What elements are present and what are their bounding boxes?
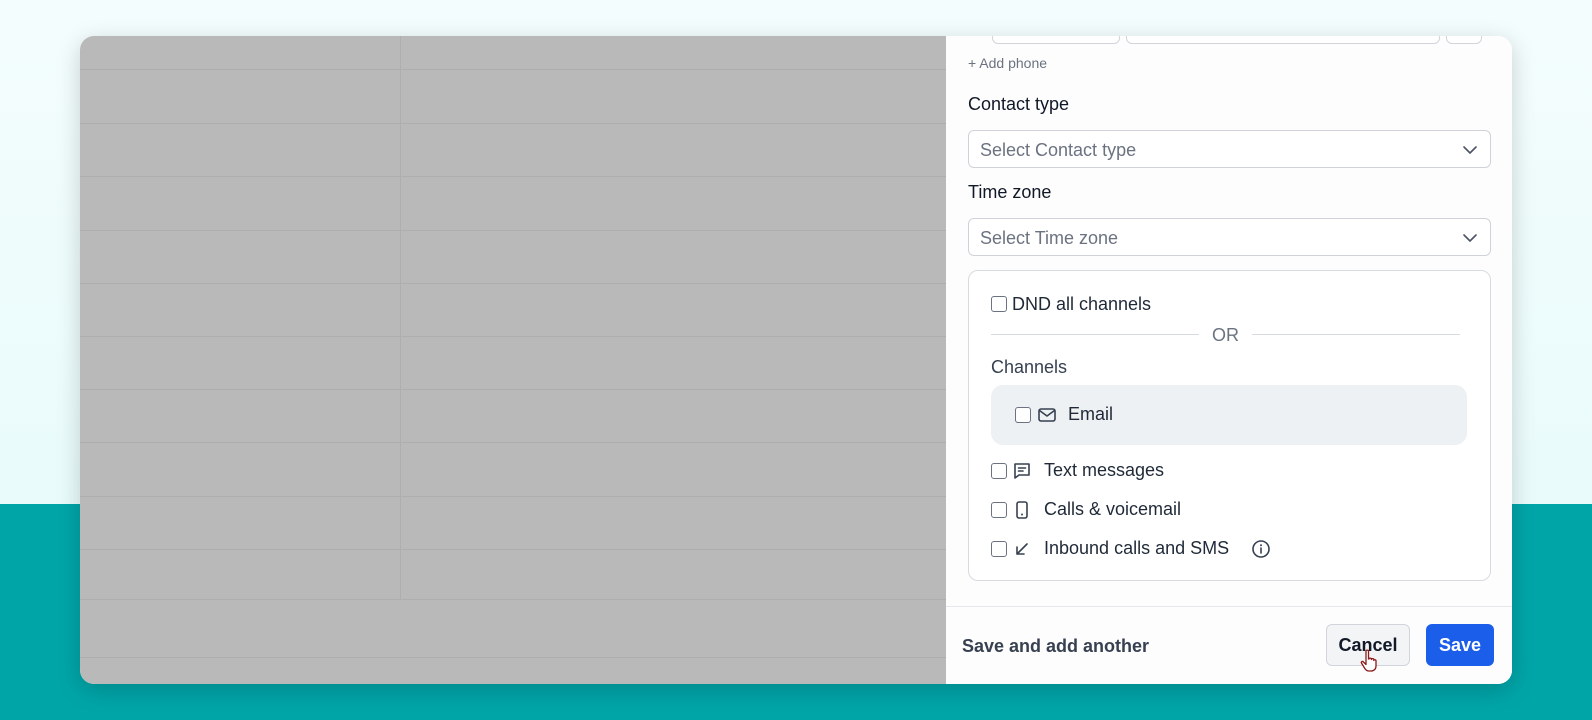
table-row-divider [80,496,946,497]
table-row-divider [80,599,946,600]
table-row-divider [80,389,946,390]
chevron-down-icon [1463,234,1477,242]
dnd-settings-panel: DND all channels OR Channels Email Text … [968,270,1491,581]
drawer-footer: Save and add another Cancel Save [946,606,1512,684]
email-channel-checkbox[interactable] [1015,407,1031,423]
table-row-divider [80,657,946,658]
app-window: + Add phone Contact type Select Contact … [80,36,1512,684]
hand-pointer-cursor [1360,649,1377,672]
table-row-divider [80,230,946,231]
save-button[interactable]: Save [1426,624,1494,666]
table-row-divider [80,69,946,70]
add-phone-link[interactable]: + Add phone [968,55,1047,71]
table-row-divider [80,442,946,443]
channel-row-email[interactable]: Email [991,385,1467,445]
chevron-down-icon [1463,146,1477,154]
table-row-divider [80,123,946,124]
table-row-divider [80,336,946,337]
table-row-divider [80,283,946,284]
table-column-divider [400,36,401,599]
contact-type-label: Contact type [968,94,1070,114]
phone-number-input[interactable] [1126,36,1440,44]
channels-heading: Channels [991,357,1068,377]
table-row-divider [80,176,946,177]
calls-voicemail-channel-checkbox[interactable] [991,502,1007,518]
text-messages-channel-label: Text messages [1044,460,1165,480]
email-channel-label: Email [1068,404,1114,424]
time-zone-select[interactable]: Select Time zone [968,218,1491,256]
contact-type-placeholder: Select Contact type [980,140,1137,160]
divider [991,334,1199,335]
dnd-all-channels-label: DND all channels [1012,294,1152,314]
message-square-icon [1014,463,1030,479]
or-separator: OR [1212,325,1239,345]
inbound-calls-sms-channel-checkbox[interactable] [991,541,1007,557]
table-row-divider [80,549,946,550]
inbound-calls-sms-channel-label: Inbound calls and SMS [1044,538,1230,558]
time-zone-placeholder: Select Time zone [980,228,1119,248]
calls-voicemail-channel-label: Calls & voicemail [1044,499,1182,519]
dnd-all-channels-checkbox[interactable] [991,296,1007,312]
phone-type-select[interactable] [992,36,1120,44]
text-messages-channel-checkbox[interactable] [991,463,1007,479]
add-contact-drawer: + Add phone Contact type Select Contact … [946,36,1512,684]
save-and-add-another-button[interactable]: Save and add another [962,636,1149,657]
modal-backdrop[interactable] [80,36,946,684]
arrow-down-left-icon [1016,543,1028,555]
contact-type-select[interactable]: Select Contact type [968,130,1491,168]
time-zone-label: Time zone [968,182,1052,202]
remove-phone-button[interactable] [1446,36,1482,44]
info-icon[interactable] [1251,539,1271,559]
smartphone-icon [1016,501,1028,519]
mail-icon [1038,408,1056,422]
divider [1252,334,1460,335]
